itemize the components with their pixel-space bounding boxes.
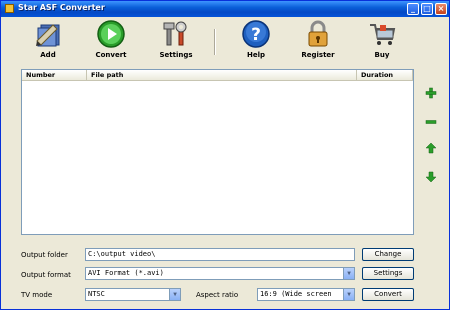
title-bar[interactable]: Star ASF Converter _ □ × [1,1,449,17]
aspect-ratio-label: Aspect ratio [196,291,239,299]
remove-item-icon[interactable] [425,116,437,128]
chevron-down-icon[interactable]: ▼ [343,289,354,300]
toolbar: Add Convert Settings ? Help Register Buy [1,17,449,67]
shopping-cart-icon [370,24,396,45]
column-header-number[interactable]: Number [22,70,87,81]
settings-toolbar-button[interactable]: Settings [151,19,201,65]
convert-bottom-button[interactable]: Convert [362,288,414,301]
move-down-icon[interactable] [425,171,437,183]
help-label: Help [246,51,266,59]
move-up-icon[interactable] [425,142,437,154]
output-format-select[interactable]: AVI Format (*.avi) ▼ [85,267,355,280]
add-label: Add [40,51,56,59]
output-format-label: Output format [21,271,71,279]
tv-mode-value: NTSC [88,290,105,298]
output-format-value: AVI Format (*.avi) [88,269,164,277]
output-folder-label: Output folder [21,251,68,259]
add-item-icon[interactable] [425,87,437,99]
tv-mode-label: TV mode [21,291,53,299]
add-button[interactable]: Add [23,19,73,65]
add-files-icon [36,24,60,47]
change-folder-button[interactable]: Change [362,248,414,261]
app-icon [5,4,14,13]
window-title: Star ASF Converter [18,3,105,12]
settings-toolbar-label: Settings [159,51,193,59]
chevron-down-icon[interactable]: ▼ [169,289,180,300]
play-convert-icon [97,20,125,48]
convert-label: Convert [95,51,127,59]
format-settings-button[interactable]: Settings [362,267,414,280]
app-window: Star ASF Converter _ □ × Add Convert Set… [0,0,450,310]
register-label: Register [301,51,335,59]
column-header-file-path[interactable]: File path [87,70,357,81]
maximize-button[interactable]: □ [421,3,433,15]
minimize-button[interactable]: _ [407,3,419,15]
aspect-ratio-select[interactable]: 16:9 (Wide screen ▼ [257,288,355,301]
toolbar-separator [214,29,216,55]
lock-icon [308,20,328,47]
close-button[interactable]: × [435,3,447,15]
chevron-down-icon[interactable]: ▼ [343,268,354,279]
buy-button[interactable]: Buy [357,19,407,65]
column-header-duration[interactable]: Duration [357,70,413,81]
tv-mode-select[interactable]: NTSC ▼ [85,288,181,301]
help-icon: ? [242,20,270,48]
register-button[interactable]: Register [293,19,343,65]
svg-text:?: ? [251,25,261,45]
output-folder-field[interactable]: C:\output video\ [85,248,355,261]
aspect-ratio-value: 16:9 (Wide screen [260,290,332,298]
output-folder-value: C:\output video\ [88,250,156,258]
help-button[interactable]: ? Help [231,19,281,65]
file-list[interactable]: Number File path Duration [21,69,414,235]
buy-label: Buy [374,51,390,59]
tools-icon [163,21,187,46]
convert-button[interactable]: Convert [86,19,136,65]
